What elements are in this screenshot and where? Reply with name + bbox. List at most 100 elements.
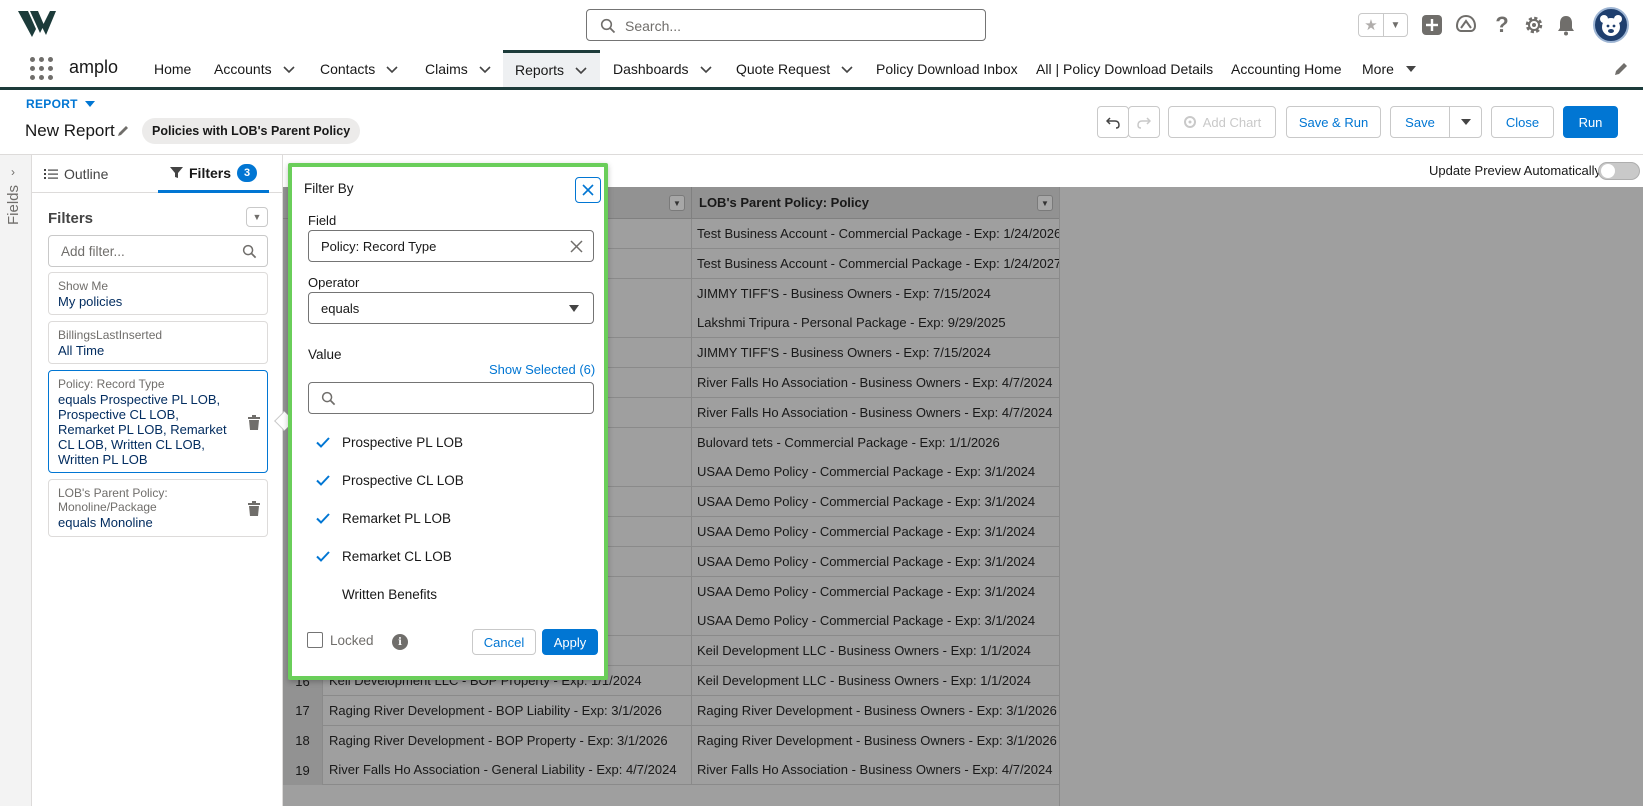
redo-icon — [1137, 117, 1151, 129]
nav-item-policy-download-details[interactable]: All | Policy Download Details — [1036, 50, 1213, 87]
nav-item-contacts[interactable]: Contacts — [320, 50, 399, 87]
save-button[interactable]: Save — [1390, 106, 1450, 138]
info-icon[interactable]: i — [392, 634, 408, 650]
col2-header[interactable]: LOB's Parent Policy: Policy ▼ — [691, 187, 1059, 219]
value-option[interactable]: Prospective PL LOB — [308, 427, 594, 457]
column-menu-icon[interactable]: ▼ — [669, 195, 685, 211]
nav-item-claims[interactable]: Claims — [425, 50, 492, 87]
edit-nav-pencil-icon[interactable] — [1613, 61, 1629, 77]
cell-parent-policy: USAA Demo Policy - Commercial Package - … — [697, 613, 1036, 629]
cell-parent-policy: Keil Development LLC - Business Owners -… — [697, 643, 1031, 659]
nav-item-reports[interactable]: Reports — [503, 50, 601, 87]
org-logo[interactable] — [16, 9, 58, 39]
edit-title-pencil-icon[interactable] — [117, 124, 130, 137]
chevron-down-icon[interactable] — [840, 62, 854, 76]
column-menu-icon[interactable]: ▼ — [1037, 195, 1053, 211]
chevron-down-icon[interactable] — [699, 62, 713, 76]
cell-divider — [691, 308, 692, 339]
nav-item-more[interactable]: More — [1362, 50, 1418, 87]
nav-item-label: Home — [154, 60, 192, 77]
cell-divider — [691, 427, 692, 458]
redo-button[interactable] — [1128, 106, 1160, 138]
filter-card-monoline[interactable]: LOB's Parent Policy: Monoline/Package eq… — [48, 479, 268, 537]
tab-outline[interactable]: Outline — [44, 155, 108, 193]
nav-item-label: Accounting Home — [1231, 60, 1342, 77]
run-button[interactable]: Run — [1563, 106, 1618, 138]
filters-panel: Outline Filters 3 Filters ▼ Add filter..… — [32, 155, 283, 806]
search-icon — [600, 18, 616, 34]
delete-trash-icon[interactable] — [247, 415, 261, 431]
clear-field-icon[interactable] — [570, 240, 583, 253]
popover-footer: Locked i Cancel Apply — [292, 622, 604, 672]
close-button[interactable]: Close — [1491, 106, 1554, 138]
add-chart-button[interactable]: Add Chart — [1168, 106, 1276, 138]
popover-close-button[interactable] — [575, 177, 601, 203]
chevron-down-icon[interactable] — [282, 62, 296, 76]
tab-filters[interactable]: Filters 3 — [158, 155, 270, 193]
chevron-down-icon[interactable] — [574, 63, 588, 77]
locked-checkbox[interactable] — [307, 632, 323, 648]
cell-divider — [691, 457, 692, 488]
favorites-dropdown-icon[interactable]: ▼ — [1382, 14, 1407, 36]
cell-parent-policy: River Falls Ho Association - Business Ow… — [697, 404, 1053, 420]
trailhead-icon[interactable] — [1454, 13, 1478, 37]
chevron-down-icon[interactable] — [478, 62, 492, 76]
filter-card-value: All Time — [58, 343, 105, 358]
cell-divider — [691, 338, 692, 369]
expand-chevron-icon[interactable]: › — [11, 165, 15, 179]
notifications-bell-icon[interactable] — [1554, 13, 1578, 37]
operator-select[interactable]: equals — [308, 292, 594, 324]
fields-rail[interactable]: › Fields — [0, 155, 32, 806]
field-label: Field — [308, 213, 337, 228]
save-menu-button[interactable] — [1449, 106, 1482, 138]
update-preview-toggle[interactable] — [1598, 162, 1640, 180]
grid-empty-area — [1059, 187, 1643, 806]
app-launcher-icon[interactable] — [30, 57, 54, 81]
field-combobox[interactable]: Policy: Record Type — [308, 230, 594, 262]
cancel-button[interactable]: Cancel — [472, 629, 536, 655]
close-icon — [582, 184, 594, 196]
favorites-group: ★ ▼ — [1358, 13, 1408, 37]
cell-divider — [691, 278, 692, 309]
show-selected-link[interactable]: Show Selected (6) — [489, 362, 595, 377]
nav-item-quote-request[interactable]: Quote Request — [736, 50, 854, 87]
help-icon[interactable]: ? — [1490, 12, 1514, 37]
global-search-input[interactable]: Search... — [586, 9, 986, 41]
caret-down-icon[interactable] — [1404, 62, 1418, 76]
filter-card-value: equals Prospective PL LOB, Prospective C… — [58, 392, 227, 467]
value-option[interactable]: Remarket PL LOB — [308, 503, 594, 533]
value-option[interactable]: Remarket CL LOB — [308, 541, 594, 571]
list-icon — [44, 169, 58, 179]
report-header: REPORT New Report Policies with LOB's Pa… — [0, 93, 1643, 155]
value-option[interactable]: Written Benefits — [308, 579, 594, 609]
add-chart-label: Add Chart — [1202, 114, 1262, 130]
save-run-button[interactable]: Save & Run — [1286, 106, 1381, 138]
add-filter-input[interactable]: Add filter... — [48, 235, 268, 267]
filter-card-key: BillingsLastInserted — [58, 328, 163, 342]
apply-button[interactable]: Apply — [542, 629, 598, 655]
filters-menu-button[interactable]: ▼ — [246, 207, 268, 227]
nav-item-accounts[interactable]: Accounts — [214, 50, 296, 87]
value-option[interactable]: Prospective CL LOB — [308, 465, 594, 495]
report-label[interactable]: REPORT — [26, 97, 96, 111]
user-avatar[interactable] — [1593, 7, 1629, 43]
filter-card-billings[interactable]: BillingsLastInserted All Time — [48, 321, 268, 364]
chevron-down-icon[interactable] — [385, 62, 399, 76]
undo-button[interactable] — [1097, 106, 1129, 138]
filters-title: Filters — [48, 210, 94, 227]
value-search-input[interactable] — [308, 382, 594, 414]
nav-item-dashboards[interactable]: Dashboards — [613, 50, 713, 87]
nav-item-label: Policy Download Inbox — [876, 60, 1018, 77]
delete-trash-icon[interactable] — [247, 501, 261, 517]
nav-item-policy-download-inbox[interactable]: Policy Download Inbox — [876, 50, 1018, 87]
nav-item-home[interactable]: Home — [154, 50, 191, 87]
filter-card-show-me[interactable]: Show Me My policies — [48, 272, 268, 315]
filter-card-record-type[interactable]: Policy: Record Type equals Prospective P… — [48, 370, 268, 473]
unchecked-spacer — [308, 579, 342, 609]
cell-parent-policy: Lakshmi Tripura - Personal Package - Exp… — [697, 315, 1006, 331]
nav-item-accounting-home[interactable]: Accounting Home — [1231, 50, 1342, 87]
setup-gear-icon[interactable] — [1522, 13, 1546, 37]
global-add-icon[interactable] — [1420, 13, 1444, 37]
favorites-star-icon[interactable]: ★ — [1359, 14, 1383, 36]
filter-card-key: Show Me — [58, 279, 109, 293]
